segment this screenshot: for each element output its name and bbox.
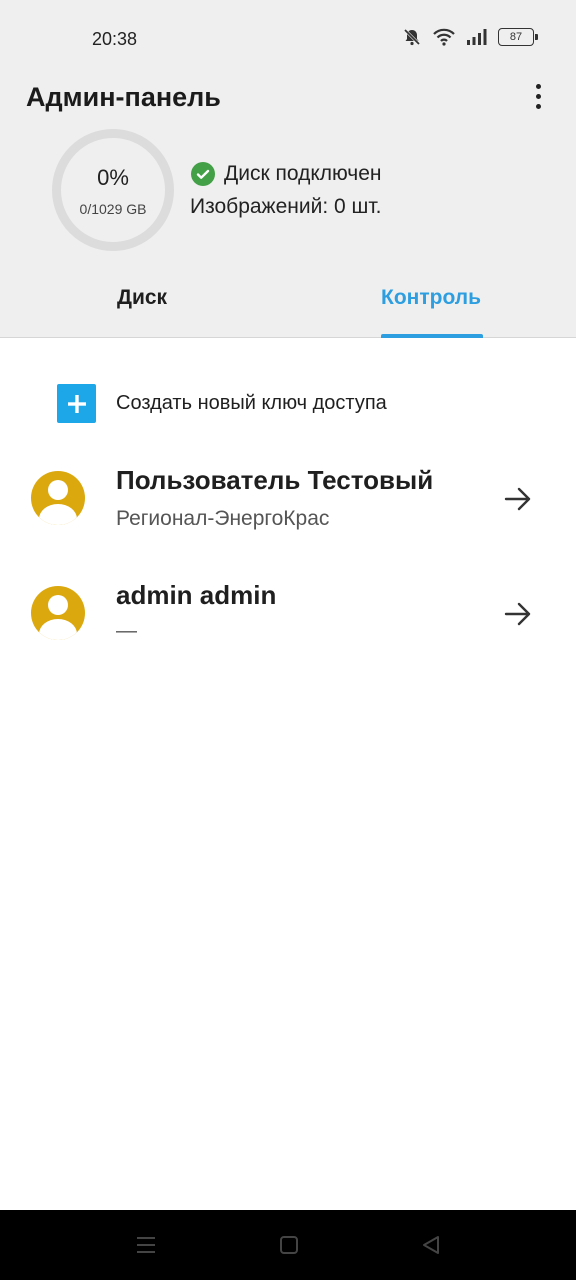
user-list-item[interactable]: admin admin — [0, 567, 576, 667]
disk-capacity: 0/1029 GB [79, 201, 147, 217]
avatar [31, 471, 85, 525]
more-vert-icon[interactable] [526, 80, 550, 112]
create-key-label: Создать новый ключ доступа [116, 392, 387, 414]
plus-icon [57, 384, 96, 423]
status-icons: 87 [402, 27, 538, 47]
avatar [31, 586, 85, 640]
status-bar: 20:38 87 [0, 0, 576, 78]
menu-icon[interactable] [134, 1233, 158, 1257]
check-circle-icon [191, 162, 215, 186]
arrow-right-icon[interactable] [503, 599, 533, 629]
user-org: — [116, 619, 137, 642]
user-name: Пользователь Тестовый [116, 465, 434, 495]
user-list-item[interactable]: Пользователь Тестовый Регионал-ЭнергоКра… [0, 452, 576, 552]
disk-usage-percent: 0% [97, 165, 129, 190]
back-icon[interactable] [419, 1233, 443, 1257]
wifi-icon [432, 27, 456, 47]
arrow-right-icon[interactable] [503, 484, 533, 514]
tab-control[interactable]: Контроль [381, 286, 481, 310]
user-org: Регионал-ЭнергоКрас [116, 507, 330, 530]
images-count: Изображений: 0 шт. [190, 195, 382, 218]
tab-indicator [381, 334, 483, 338]
battery-icon: 87 [498, 28, 538, 46]
disk-status-text: Диск подключен [224, 162, 382, 185]
user-name: admin admin [116, 580, 277, 610]
header-panel: 20:38 87 Админ-панель 0% 0/1029 GB Диск … [0, 0, 576, 338]
system-nav-bar [0, 1210, 576, 1280]
create-key-button[interactable]: Создать новый ключ доступа [57, 384, 387, 423]
signal-icon [466, 28, 488, 46]
bell-muted-icon [402, 27, 422, 47]
tab-disk[interactable]: Диск [117, 286, 167, 310]
page-title: Админ-панель [26, 82, 221, 112]
disk-status: Диск подключен [191, 162, 382, 186]
home-icon[interactable] [277, 1233, 301, 1257]
status-time: 20:38 [92, 29, 138, 49]
